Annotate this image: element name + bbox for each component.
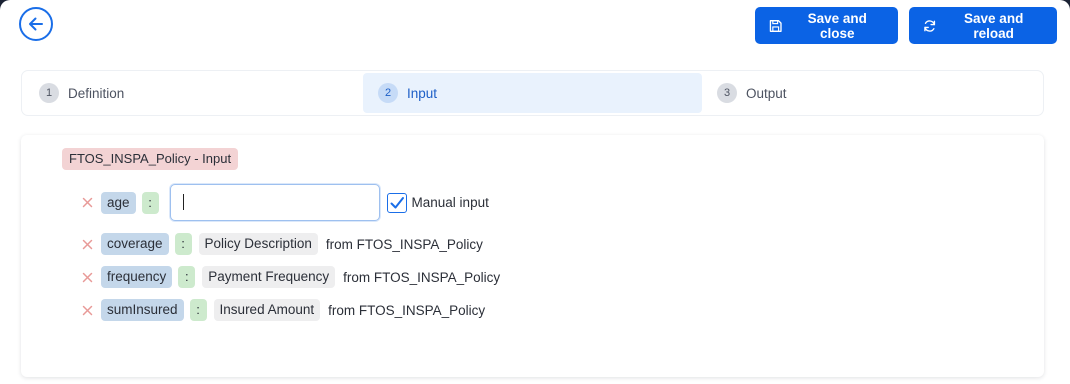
step-label: Definition <box>68 85 125 101</box>
wizard-stepper: 1 Definition 2 Input 3 Output <box>21 70 1044 116</box>
window-corner <box>0 0 10 10</box>
manual-input-wrapper <box>159 184 380 221</box>
step-definition[interactable]: 1 Definition <box>24 73 363 113</box>
step-input[interactable]: 2 Input <box>363 73 702 113</box>
step-output[interactable]: 3 Output <box>702 73 1041 113</box>
text-cursor <box>182 194 184 210</box>
description-pill: Payment Frequency <box>202 266 336 288</box>
remove-icon[interactable] <box>81 304 93 316</box>
variable-pill: sumInsured <box>101 299 184 321</box>
save-and-reload-button[interactable]: Save and reload <box>909 7 1057 44</box>
mapping-row: frequency : Payment Frequency from FTOS_… <box>81 266 500 288</box>
description-pill: Policy Description <box>198 233 318 255</box>
manual-input-checkbox[interactable] <box>386 192 407 213</box>
top-actions: Save and close Save and reload <box>755 7 1057 44</box>
colon-pill: : <box>174 233 192 255</box>
step-label: Input <box>407 85 438 101</box>
age-value-input[interactable] <box>169 184 380 221</box>
variable-pill: frequency <box>101 266 173 288</box>
arrow-left-icon <box>29 17 43 31</box>
mapping-row: sumInsured : Insured Amount from FTOS_IN… <box>81 299 485 321</box>
checkmark-icon <box>390 196 404 208</box>
window-corner <box>1060 0 1070 10</box>
colon-pill: : <box>189 299 207 321</box>
manual-input-label[interactable]: Manual input <box>412 195 489 210</box>
mapping-row: coverage : Policy Description from FTOS_… <box>81 233 483 255</box>
colon-pill: : <box>141 191 159 214</box>
source-text: from FTOS_INSPA_Policy <box>325 236 483 252</box>
description-pill: Insured Amount <box>213 299 321 321</box>
step-number: 1 <box>39 83 59 103</box>
step-number: 2 <box>378 83 398 103</box>
remove-icon[interactable] <box>81 271 93 283</box>
save-and-close-button[interactable]: Save and close <box>755 7 898 44</box>
source-text: from FTOS_INSPA_Policy <box>343 269 501 285</box>
source-text: from FTOS_INSPA_Policy <box>328 302 486 318</box>
step-label: Output <box>746 85 787 101</box>
entity-tag: FTOS_INSPA_Policy - Input <box>62 148 239 170</box>
step-number: 3 <box>717 83 737 103</box>
save-and-close-label: Save and close <box>807 10 867 41</box>
back-button[interactable] <box>19 7 53 41</box>
floppy-disk-icon <box>769 19 782 32</box>
reload-icon <box>924 19 936 32</box>
input-mapping-card: FTOS_INSPA_Policy - Input age : Manual i… <box>21 135 1044 377</box>
mapping-row: age : Manual input <box>81 184 489 221</box>
variable-pill: age <box>101 191 136 214</box>
remove-icon[interactable] <box>81 238 93 250</box>
variable-pill: coverage <box>101 233 169 255</box>
save-and-reload-label: Save and reload <box>964 10 1024 41</box>
colon-pill: : <box>178 266 196 288</box>
remove-icon[interactable] <box>81 197 93 209</box>
